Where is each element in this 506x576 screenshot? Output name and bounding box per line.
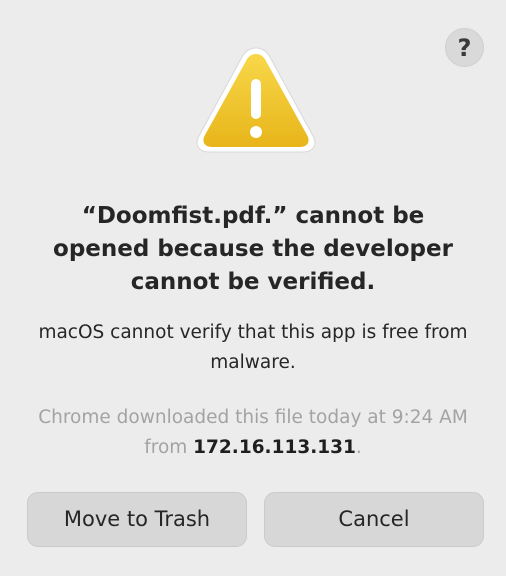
cancel-button[interactable]: Cancel bbox=[264, 492, 484, 547]
security-alert-dialog: ? “Doomfist.pdf.” cannot be opened becau… bbox=[0, 0, 506, 576]
help-button-label: ? bbox=[457, 33, 472, 62]
warning-triangle-icon bbox=[196, 47, 316, 153]
download-source-ip: 172.16.113.131 bbox=[193, 437, 356, 458]
help-button[interactable]: ? bbox=[445, 28, 484, 67]
dialog-title: “Doomfist.pdf.” cannot be opened because… bbox=[53, 203, 453, 295]
move-to-trash-button[interactable]: Move to Trash bbox=[27, 492, 247, 547]
cancel-label: Cancel bbox=[338, 507, 410, 531]
download-info-suffix: . bbox=[355, 437, 362, 458]
move-to-trash-label: Move to Trash bbox=[63, 507, 211, 531]
download-info: Chrome downloaded this file today at 9:2… bbox=[30, 403, 476, 463]
dialog-message: macOS cannot verify that this app is fre… bbox=[38, 322, 468, 373]
